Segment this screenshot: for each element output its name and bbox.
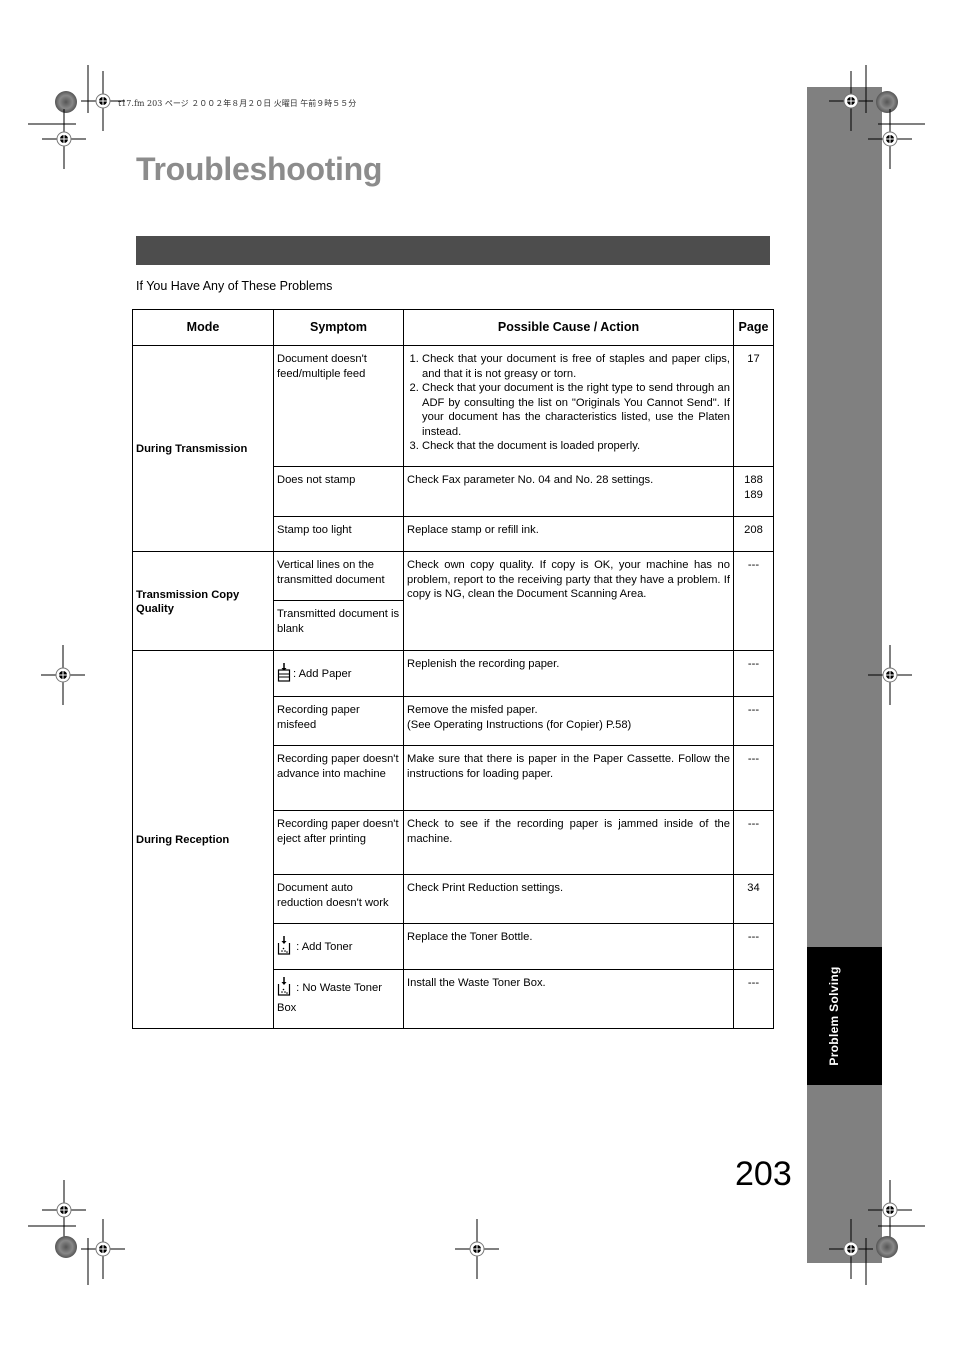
page-cell: 188 189 [733,466,774,517]
page-cell: 17 [733,345,774,467]
symptom-text: : Add Toner [293,941,353,954]
symptom-cell: Vertical lines on the transmitted docume… [273,551,404,601]
table-header-row: Mode Symptom Possible Cause / Action Pag… [132,309,774,346]
page-number: 203 [735,1155,792,1193]
cause-cell: Install the Waste Toner Box. [403,969,734,1029]
cause-cell: Check own copy quality. If copy is OK, y… [403,551,734,651]
symptom-cell: Recording paper misfeed [273,696,404,746]
mode-cell: During Transmission [132,345,274,552]
symptom-text: : No Waste Toner Box [277,982,382,1014]
symptom-cell: Transmitted document is blank [273,600,404,651]
page-cell: --- [733,650,774,697]
cause-cell: Replace stamp or refill ink. [403,516,734,552]
column-header-cause: Possible Cause / Action [403,309,734,346]
cause-step: Check that the document is loaded proper… [422,439,730,454]
cause-cell: Make sure that there is paper in the Pap… [403,745,734,811]
page-cell: --- [733,551,774,651]
cause-reference: (See Operating Instructions (for Copier)… [407,718,632,731]
page-cell: --- [733,923,774,970]
symptom-cell: Document auto reduction doesn't work [273,874,404,924]
cause-cell: Replace the Toner Bottle. [403,923,734,970]
cause-line: Remove the misfed paper. [407,704,538,716]
intro-text: If You Have Any of These Problems [136,279,333,293]
page-title: Troubleshooting [136,151,383,187]
color-target [55,91,77,113]
symptom-cell: Does not stamp [273,466,404,517]
add-paper-icon [277,662,291,687]
symptom-cell: : Add Toner [273,923,404,970]
table-row: Transmission Copy Quality Vertical lines… [132,551,774,651]
page-cell: --- [733,745,774,811]
page-cell: --- [733,969,774,1029]
cause-cell: Check to see if the recording paper is j… [403,810,734,875]
cause-cell: Check that your document is free of stap… [403,345,734,467]
cause-cell: Remove the misfed paper. (See Operating … [403,696,734,746]
mode-cell: Transmission Copy Quality [132,551,274,651]
symptom-cell: : Add Paper [273,650,404,697]
cause-steps-list: Check that your document is free of stap… [407,352,730,454]
symptom-cell: Stamp too light [273,516,404,552]
table-row: During Transmission Document doesn't fee… [132,345,774,552]
table-row: During Reception : Add Paper Replenish t… [132,650,774,1029]
symptom-cell: Recording paper doesn't eject after prin… [273,810,404,875]
page-cell: --- [733,696,774,746]
page-cell: --- [733,810,774,875]
column-header-mode: Mode [132,309,274,346]
mode-cell: During Reception [132,650,274,1029]
column-header-page: Page [733,309,774,346]
symptom-cell: Recording paper doesn't advance into mac… [273,745,404,811]
symptom-cell: : No Waste Toner Box [273,969,404,1029]
troubleshooting-table: Mode Symptom Possible Cause / Action Pag… [132,309,774,1029]
cause-step: Check that your document is the right ty… [422,381,730,439]
add-toner-icon [277,935,291,960]
symptom-text: : Add Paper [293,668,352,681]
cause-cell: Replenish the recording paper. [403,650,734,697]
page-cell: 208 [733,516,774,552]
symptom-cell: Document doesn't feed/multiple feed [273,345,404,467]
cause-step: Check that your document is free of stap… [422,352,730,381]
print-header-line: t17.fm 203 ページ ２００２年８月２０日 火曜日 午前９時５５分 [118,99,357,108]
cause-cell: Check Print Reduction settings. [403,874,734,924]
column-header-symptom: Symptom [273,309,404,346]
section-header-bar [136,236,770,265]
waste-toner-icon [277,976,291,1001]
page-cell: 34 [733,874,774,924]
cause-cell: Check Fax parameter No. 04 and No. 28 se… [403,466,734,517]
